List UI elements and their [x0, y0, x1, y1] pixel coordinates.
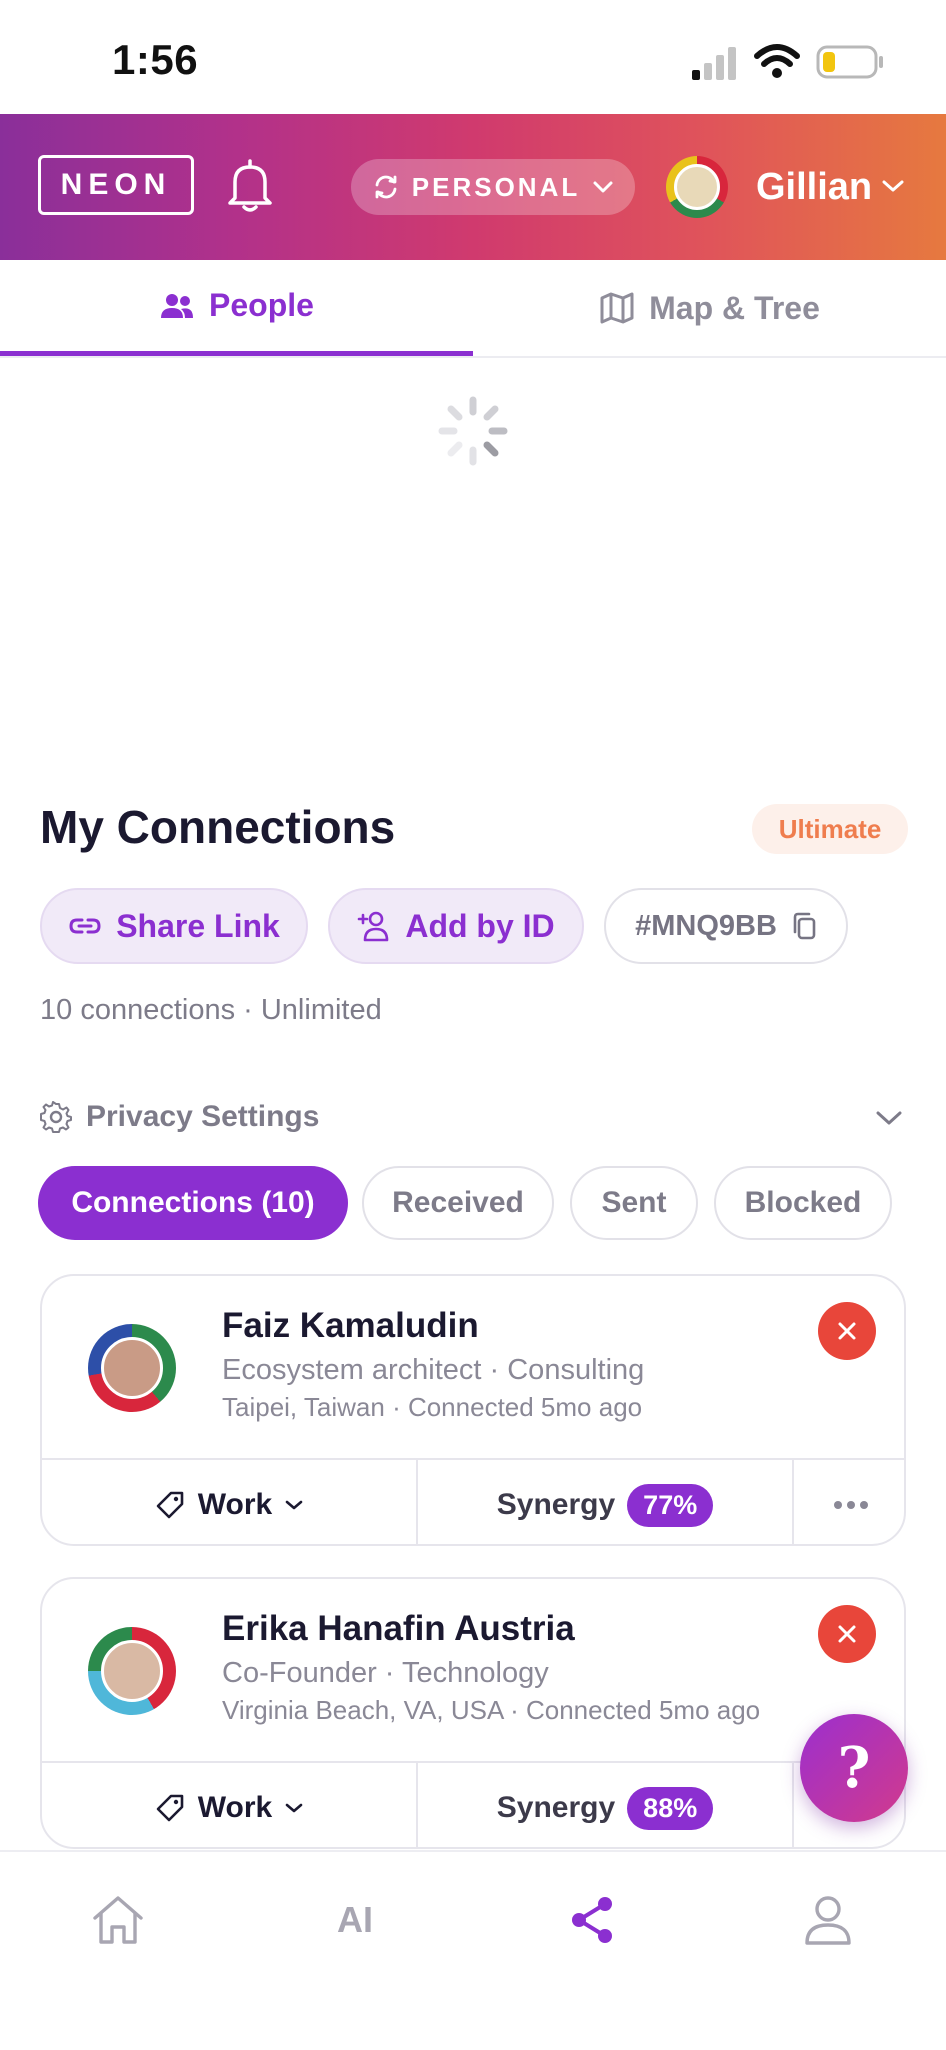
synergy-score[interactable]: Synergy 88%	[418, 1763, 794, 1847]
user-icon	[805, 1896, 851, 1945]
view-tabs: People Map & Tree	[0, 260, 946, 358]
map-icon	[600, 292, 634, 324]
remove-connection-button[interactable]	[818, 1302, 876, 1360]
chevron-down-icon[interactable]	[874, 1108, 904, 1128]
connection-card[interactable]: Erika Hanafin Austria Co-Founder · Techn…	[40, 1577, 906, 1849]
add-user-icon	[358, 911, 389, 942]
close-icon	[838, 1322, 856, 1340]
connection-location: Virginia Beach, VA, USA · Connected 5mo …	[222, 1695, 761, 1725]
card-footer: Work Synergy 77%	[42, 1458, 904, 1544]
people-icon	[161, 293, 194, 318]
synergy-label: Synergy	[496, 1791, 616, 1824]
user-id: #MNQ9BB	[635, 909, 777, 942]
connection-location: Taipei, Taiwan · Connected 5mo ago	[222, 1392, 643, 1422]
share-icon	[572, 1897, 612, 1943]
add-by-id-button[interactable]: Add by ID	[328, 888, 584, 964]
avatar[interactable]	[88, 1627, 176, 1715]
connection-role: Co-Founder · Technology	[222, 1657, 549, 1689]
tag-icon	[156, 1491, 184, 1519]
copy-id-button[interactable]: #MNQ9BB	[604, 888, 848, 964]
connection-card[interactable]: Faiz Kamaludin Ecosystem architect · Con…	[40, 1274, 906, 1546]
tag-label: Work	[197, 1488, 273, 1521]
privacy-settings-label: Privacy Settings	[86, 1100, 320, 1133]
help-button[interactable]: ?	[800, 1714, 908, 1822]
link-icon	[69, 918, 101, 934]
nav-ai[interactable]: AI	[305, 1888, 405, 1952]
more-icon	[834, 1501, 868, 1509]
filter-received[interactable]: Received	[362, 1166, 554, 1240]
chevron-down-icon[interactable]	[880, 178, 906, 194]
connection-name[interactable]: Faiz Kamaludin	[222, 1306, 479, 1346]
close-icon	[838, 1625, 856, 1643]
chevron-down-icon	[593, 181, 613, 193]
mode-switcher[interactable]: PERSONAL	[351, 159, 635, 215]
synergy-badge: 77%	[627, 1483, 714, 1527]
card-footer: Work Synergy 88%	[42, 1761, 904, 1847]
remove-connection-button[interactable]	[818, 1605, 876, 1663]
filter-connections[interactable]: Connections (10)	[38, 1166, 348, 1240]
privacy-settings-toggle[interactable]: Privacy Settings	[40, 1100, 319, 1134]
more-options-button[interactable]	[794, 1460, 904, 1544]
copy-icon	[793, 912, 816, 940]
mode-label: PERSONAL	[411, 171, 581, 202]
signal-icon	[692, 47, 736, 80]
tag-dropdown[interactable]: Work	[42, 1763, 418, 1847]
nav-home[interactable]	[68, 1888, 168, 1952]
bell-icon[interactable]	[225, 158, 275, 214]
tab-people[interactable]: People	[0, 260, 473, 356]
chevron-down-icon	[285, 1803, 303, 1813]
nav-profile[interactable]	[778, 1888, 878, 1952]
plan-badge: Ultimate	[752, 804, 908, 854]
battery-icon	[816, 45, 883, 79]
status-time: 1:56	[112, 36, 199, 83]
page-title: My Connections	[40, 801, 396, 853]
app-header: NEON PERSONAL Gillian	[0, 114, 946, 260]
loading-spinner-icon	[438, 396, 508, 466]
nav-connections[interactable]	[542, 1888, 642, 1952]
connection-role: Ecosystem architect · Consulting	[222, 1354, 645, 1386]
bottom-nav: AI	[0, 1850, 946, 2050]
tag-dropdown[interactable]: Work	[42, 1460, 418, 1544]
chevron-down-icon	[285, 1500, 303, 1510]
filter-sent[interactable]: Sent	[570, 1166, 698, 1240]
gear-icon	[40, 1101, 72, 1133]
connection-name[interactable]: Erika Hanafin Austria	[222, 1609, 575, 1649]
avatar[interactable]	[88, 1324, 176, 1412]
neon-logo[interactable]: NEON	[38, 155, 194, 215]
sync-icon	[375, 175, 397, 199]
tag-icon	[156, 1794, 184, 1822]
tag-label: Work	[197, 1791, 273, 1824]
synergy-score[interactable]: Synergy 77%	[418, 1460, 794, 1544]
filter-blocked[interactable]: Blocked	[714, 1166, 892, 1240]
tab-label: Map & Tree	[649, 289, 820, 326]
tab-label: People	[209, 287, 314, 323]
share-link-button[interactable]: Share Link	[40, 888, 308, 964]
home-icon	[93, 1896, 143, 1944]
user-avatar[interactable]	[666, 156, 728, 218]
wifi-icon	[754, 44, 800, 78]
share-link-label: Share Link	[116, 907, 280, 944]
synergy-label: Synergy	[496, 1488, 616, 1521]
connection-count: 10 connections · Unlimited	[40, 994, 382, 1026]
user-name[interactable]: Gillian	[756, 166, 872, 209]
add-by-id-label: Add by ID	[405, 907, 555, 944]
tab-map-tree[interactable]: Map & Tree	[473, 260, 946, 356]
synergy-badge: 88%	[627, 1786, 714, 1830]
status-bar: 1:56	[0, 0, 946, 114]
